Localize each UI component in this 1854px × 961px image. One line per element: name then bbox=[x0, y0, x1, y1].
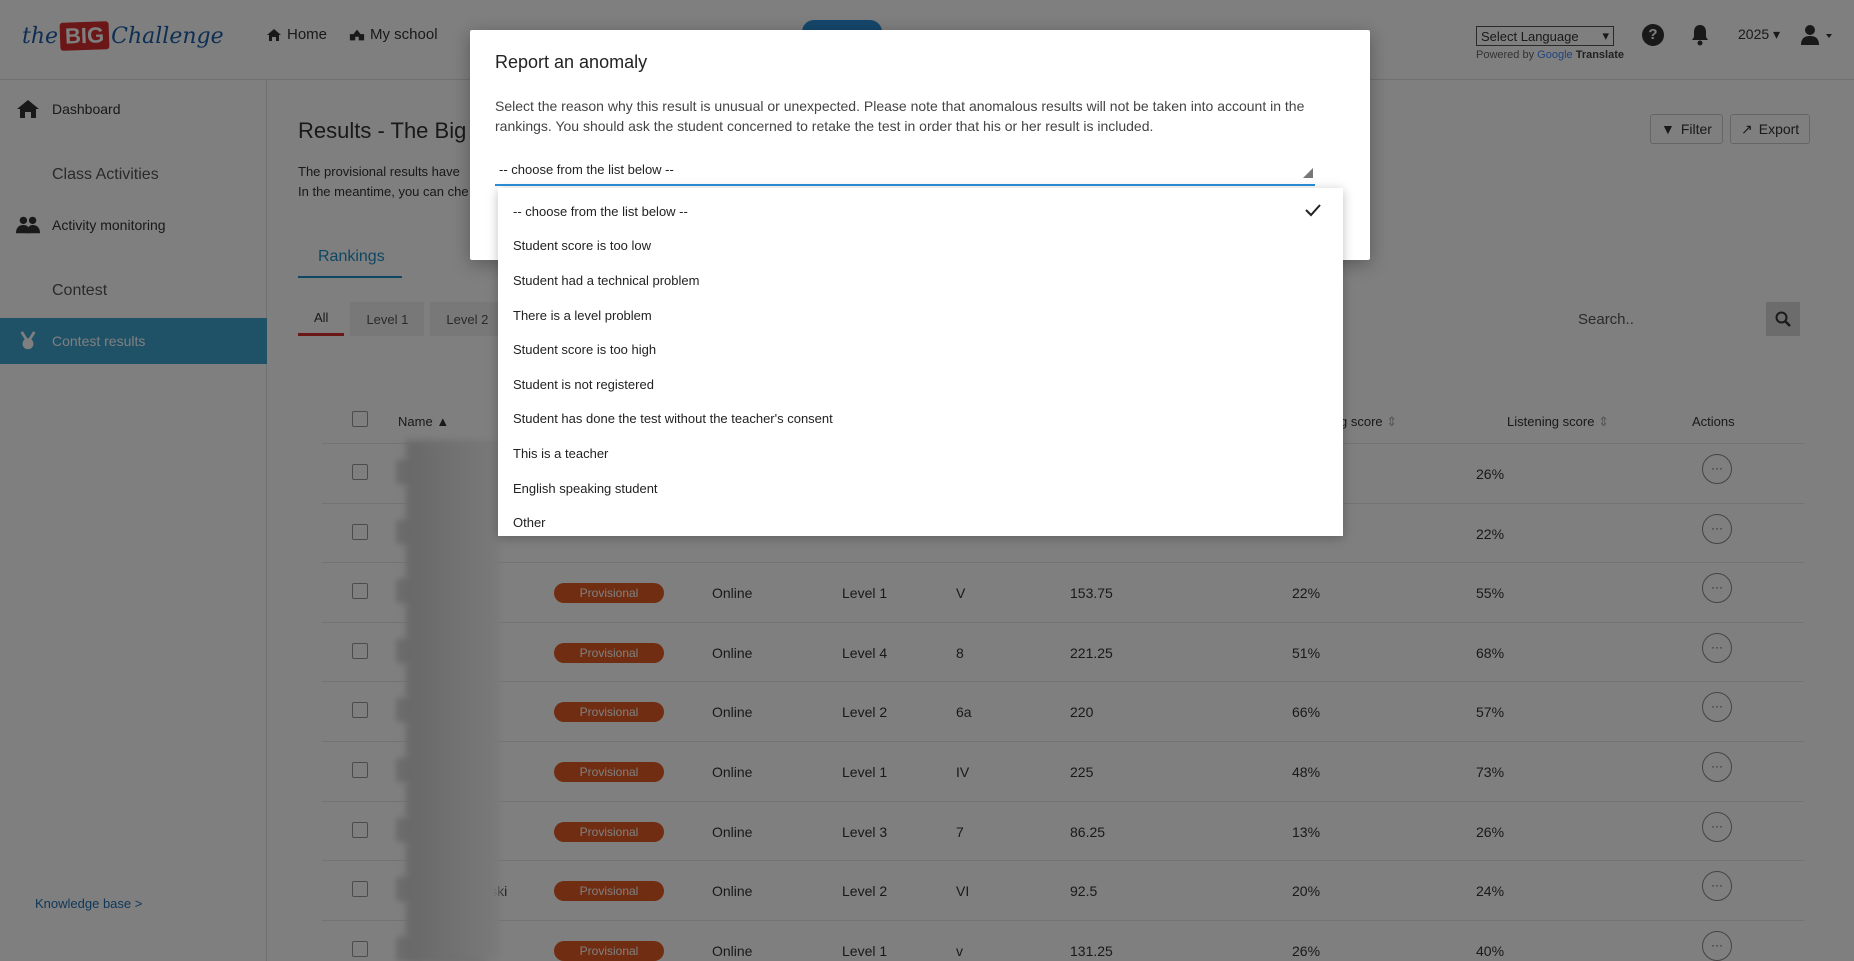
anomaly-reason-dropdown: -- choose from the list below -- Student … bbox=[498, 188, 1343, 536]
anomaly-reason-select-value: -- choose from the list below -- bbox=[499, 162, 674, 177]
dropdown-option-label: Student is not registered bbox=[513, 376, 654, 392]
anomaly-reason-select[interactable]: -- choose from the list below -- bbox=[495, 158, 1315, 186]
dropdown-option-label: Other bbox=[513, 515, 546, 531]
dropdown-option-label: Student score is too low bbox=[513, 238, 652, 254]
dropdown-option[interactable]: Other bbox=[498, 505, 1343, 540]
dropdown-option-label: Student had a technical problem bbox=[513, 272, 700, 288]
dropdown-option-label: This is a teacher bbox=[513, 445, 609, 461]
dropdown-option-label: -- choose from the list below -- bbox=[513, 203, 688, 219]
dropdown-option-label: Student has done the test without the te… bbox=[513, 411, 833, 427]
dropdown-option-label: Student score is too high bbox=[513, 342, 657, 358]
dropdown-option[interactable]: This is a teacher bbox=[498, 436, 1343, 471]
modal-title: Report an anomaly bbox=[495, 52, 648, 72]
dropdown-option[interactable]: Student score is too low bbox=[498, 229, 1343, 264]
dropdown-option[interactable]: English speaking student bbox=[498, 471, 1343, 506]
dropdown-option[interactable]: Student is not registered bbox=[498, 367, 1343, 402]
dropdown-option[interactable]: There is a level problem bbox=[498, 298, 1343, 333]
dropdown-option[interactable]: -- choose from the list below -- bbox=[498, 194, 1343, 229]
dropdown-option-label: English speaking student bbox=[513, 480, 658, 496]
dropdown-option[interactable]: Student score is too high bbox=[498, 332, 1343, 367]
dropdown-option[interactable]: Student had a technical problem bbox=[498, 263, 1343, 298]
checkmark-icon bbox=[1305, 204, 1321, 217]
select-resize-icon bbox=[1303, 168, 1313, 178]
dropdown-option-label: There is a level problem bbox=[513, 307, 652, 323]
modal-description: Select the reason why this result is unu… bbox=[495, 98, 1305, 134]
dropdown-option[interactable]: Student has done the test without the te… bbox=[498, 402, 1343, 437]
